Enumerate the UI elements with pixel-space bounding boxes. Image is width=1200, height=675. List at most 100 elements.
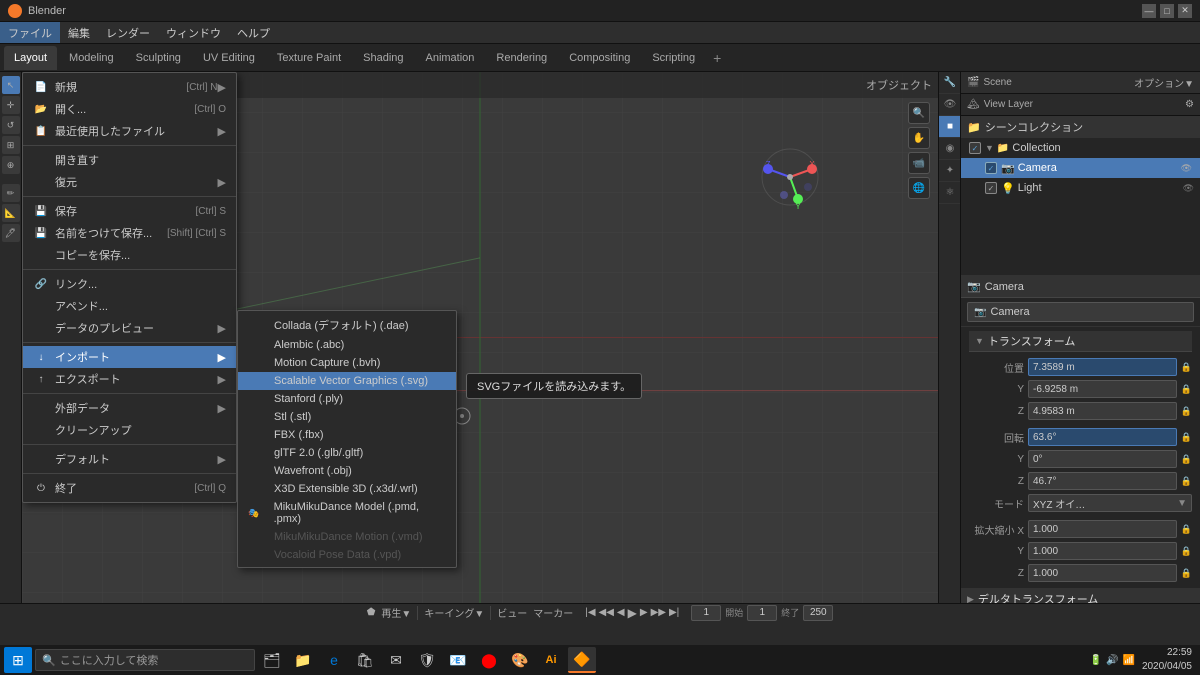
explorer-button[interactable]: 📁	[289, 647, 317, 673]
tab-particle[interactable]: ✦	[939, 160, 961, 182]
location-y-value[interactable]: -6.9258 m	[1028, 380, 1177, 398]
tab-material[interactable]: ◉	[939, 138, 961, 160]
start-button[interactable]: ⊞	[4, 647, 32, 673]
menu-recover[interactable]: 復元 ▶	[23, 171, 236, 193]
filter-icon[interactable]: ⚙	[1185, 99, 1194, 110]
keyframes-label[interactable]: キーイング▼	[424, 605, 484, 620]
tab-compositing[interactable]: Compositing	[559, 46, 640, 70]
tab-rendering[interactable]: Rendering	[486, 46, 557, 70]
tab-sculpting[interactable]: Sculpting	[126, 46, 191, 70]
menu-revert[interactable]: 開き直す	[23, 149, 236, 171]
edge-button[interactable]: e	[320, 647, 348, 673]
menu-cleanup[interactable]: クリーンアップ	[23, 419, 236, 441]
tab-scripting[interactable]: Scripting	[642, 46, 705, 70]
menu-import[interactable]: ↓ インポート ▶	[23, 346, 236, 368]
options-label[interactable]: オプション▼	[1134, 75, 1194, 90]
import-collada[interactable]: Collada (デフォルト) (.dae)	[238, 314, 456, 336]
menu-save-copy[interactable]: コピーを保存...	[23, 244, 236, 266]
mail-button[interactable]: ✉	[382, 647, 410, 673]
tool-scene[interactable]: 🌐	[908, 177, 930, 199]
menu-open[interactable]: 📂 開く... [Ctrl] O	[23, 98, 236, 120]
menu-save[interactable]: 💾 保存 [Ctrl] S	[23, 200, 236, 222]
tool-rotate[interactable]: ↺	[2, 116, 20, 134]
prev-keyframe-btn[interactable]: ◀◀	[599, 607, 614, 618]
tool-scale[interactable]: ⊞	[2, 136, 20, 154]
transform-header[interactable]: ▼ トランスフォーム	[969, 331, 1192, 352]
menu-quit[interactable]: ⏻ 終了 [Ctrl] Q	[23, 477, 236, 499]
jump-end-btn[interactable]: ▶|	[669, 607, 679, 618]
app-button-6[interactable]: 📧	[444, 647, 472, 673]
delta-transform-header[interactable]: ▶ デルタトランスフォーム	[961, 589, 1200, 603]
outliner-item-light[interactable]: ✓ 💡 Light 👁	[961, 178, 1200, 198]
tab-texture-paint[interactable]: Texture Paint	[267, 46, 351, 70]
tab-uv-editing[interactable]: UV Editing	[193, 46, 265, 70]
maximize-button[interactable]: □	[1160, 4, 1174, 18]
blender-taskbar-button[interactable]: 🔶	[568, 647, 596, 673]
checkbox-light[interactable]: ✓	[985, 182, 997, 194]
tool-pan[interactable]: ✋	[908, 127, 930, 149]
prev-frame-btn[interactable]: ◀	[617, 607, 625, 618]
import-x3d[interactable]: X3D Extensible 3D (.x3d/.wrl)	[238, 480, 456, 498]
view-label[interactable]: ビュー	[497, 605, 527, 620]
next-keyframe-btn[interactable]: ▶▶	[651, 607, 666, 618]
menu-help[interactable]: ヘルプ	[229, 22, 278, 43]
import-svg[interactable]: Scalable Vector Graphics (.svg)	[238, 372, 456, 390]
current-frame-field[interactable]: 1	[691, 605, 721, 621]
scale-lock-y[interactable]: 🔒	[1181, 546, 1192, 557]
import-fbx[interactable]: FBX (.fbx)	[238, 426, 456, 444]
outliner-item-collection[interactable]: ✓ ▼ 📁 Collection	[961, 138, 1200, 158]
rot-lock-y[interactable]: 🔒	[1181, 454, 1192, 465]
rotation-y-value[interactable]: 0°	[1028, 450, 1177, 468]
outliner-item-camera[interactable]: ✓ 📷 Camera 👁	[961, 158, 1200, 178]
scale-z-value[interactable]: 1.000	[1028, 564, 1177, 582]
ai-button[interactable]: Ai	[537, 647, 565, 673]
tool-add[interactable]: 🖊	[2, 224, 20, 242]
menu-file[interactable]: ファイル	[0, 22, 60, 43]
scale-lock-x[interactable]: 🔒	[1181, 524, 1192, 535]
import-stl[interactable]: Stl (.stl)	[238, 408, 456, 426]
tool-camera[interactable]: 📹	[908, 152, 930, 174]
start-frame-field[interactable]: 1	[747, 605, 777, 621]
checkbox-collection[interactable]: ✓	[969, 142, 981, 154]
rot-lock-x[interactable]: 🔒	[1181, 432, 1192, 443]
location-z-value[interactable]: 4.9583 m	[1028, 402, 1177, 420]
rotation-x-value[interactable]: 63.6°	[1028, 428, 1177, 446]
search-bar[interactable]: 🔍 ここに入力して検索	[35, 649, 255, 671]
tool-select[interactable]: ↖	[2, 76, 20, 94]
tab-view[interactable]: 👁	[939, 94, 961, 116]
store-button[interactable]: 🛍	[351, 647, 379, 673]
tab-object-data[interactable]: ■	[939, 116, 961, 138]
play-btn[interactable]: ▶	[628, 606, 637, 620]
import-stanford[interactable]: Stanford (.ply)	[238, 390, 456, 408]
menu-edit[interactable]: 編集	[60, 22, 98, 43]
menu-data-preview[interactable]: データのプレビュー ▶	[23, 317, 236, 339]
tool-annotate[interactable]: ✏	[2, 184, 20, 202]
menu-save-as[interactable]: 💾 名前をつけて保存... [Shift] [Ctrl] S	[23, 222, 236, 244]
menu-window[interactable]: ウィンドウ	[158, 22, 229, 43]
tab-physics[interactable]: ⚛	[939, 182, 961, 204]
collection-expand[interactable]: ▼	[985, 143, 994, 153]
minimize-button[interactable]: —	[1142, 4, 1156, 18]
tool-transform[interactable]: ⊕	[2, 156, 20, 174]
menu-new[interactable]: 📄 新規 [Ctrl] N ▶	[23, 76, 236, 98]
tool-measure[interactable]: 📐	[2, 204, 20, 222]
tool-zoom[interactable]: 🔍	[908, 102, 930, 124]
scale-x-value[interactable]: 1.000	[1028, 520, 1177, 538]
tab-shading[interactable]: Shading	[353, 46, 413, 70]
end-frame-field[interactable]: 250	[803, 605, 833, 621]
shield-button[interactable]: 🛡	[413, 647, 441, 673]
scale-y-value[interactable]: 1.000	[1028, 542, 1177, 560]
add-workspace-button[interactable]: +	[707, 48, 727, 68]
menu-defaults[interactable]: デフォルト ▶	[23, 448, 236, 470]
import-obj[interactable]: Wavefront (.obj)	[238, 462, 456, 480]
import-mmd-model[interactable]: 🎭 MikuMikuDance Model (.pmd, .pmx)	[238, 498, 456, 528]
location-x-value[interactable]: 7.3589 m	[1028, 358, 1177, 376]
lock-y-icon[interactable]: 🔒	[1181, 384, 1192, 395]
rotation-mode-value[interactable]: XYZ オイ… ▼	[1028, 494, 1192, 512]
close-button[interactable]: ✕	[1178, 4, 1192, 18]
import-alembic[interactable]: Alembic (.abc)	[238, 336, 456, 354]
play-label[interactable]: 再生▼	[381, 605, 411, 620]
object-name-field[interactable]: 📷 Camera	[967, 302, 1194, 322]
tool-move[interactable]: ✛	[2, 96, 20, 114]
viewport[interactable]: X Y Z	[22, 72, 938, 603]
